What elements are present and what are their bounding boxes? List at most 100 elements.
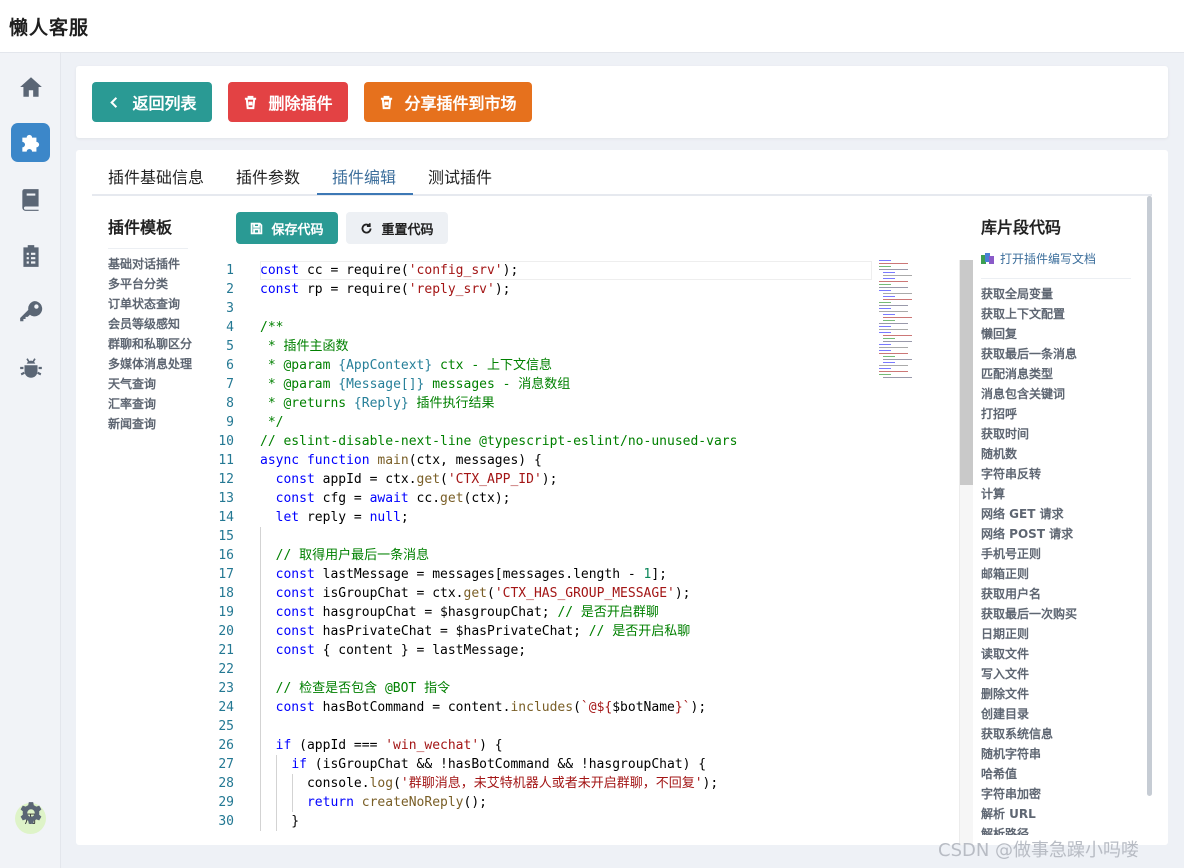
refresh-icon — [362, 222, 372, 233]
minimap-line — [883, 362, 895, 363]
library-snippet-item[interactable]: 解析路径 — [981, 824, 1131, 835]
library-snippet-item[interactable]: 网络 POST 请求 — [981, 524, 1131, 544]
line-number: 16 — [218, 548, 234, 563]
tab-params[interactable]: 插件参数 — [236, 164, 300, 188]
code-line: const hasBotCommand = content.includes(`… — [275, 700, 707, 715]
templates-title: 插件模板 — [108, 218, 173, 237]
puzzle-icon[interactable] — [11, 123, 50, 162]
library-snippet-item[interactable]: 获取用户名 — [981, 584, 1131, 604]
minimap-line — [879, 287, 908, 288]
template-item[interactable]: 会员等级感知 — [108, 314, 188, 334]
minimap-line — [879, 284, 891, 285]
top-bar: 懒人客服 — [0, 0, 1184, 53]
docs-icon — [981, 253, 994, 264]
code-line: const hasgroupChat = $hasgroupChat; // 是… — [275, 605, 659, 620]
tab-edit[interactable]: 插件编辑 — [332, 164, 396, 188]
bug-icon[interactable] — [11, 348, 50, 387]
library-snippet-item[interactable]: 哈希值 — [981, 764, 1131, 784]
library-snippet-item[interactable]: 读取文件 — [981, 644, 1131, 664]
library-snippet-item[interactable]: 字符串反转 — [981, 464, 1131, 484]
library-snippet-item[interactable]: 打招呼 — [981, 404, 1131, 424]
tab-test[interactable]: 测试插件 — [428, 164, 492, 188]
code-minimap[interactable] — [879, 260, 939, 380]
template-item[interactable]: 多平台分类 — [108, 274, 188, 294]
key-icon[interactable] — [11, 292, 50, 331]
code-line: // eslint-disable-next-line @typescript-… — [260, 434, 738, 449]
template-item[interactable]: 汇率查询 — [108, 394, 188, 414]
save-code-button[interactable]: 保存代码 — [236, 212, 338, 244]
library-snippet-item[interactable]: 获取上下文配置 — [981, 304, 1131, 324]
library-snippet-item[interactable]: 字符串加密 — [981, 784, 1131, 804]
line-number: 13 — [218, 491, 234, 506]
line-number: 22 — [218, 662, 234, 677]
share-plugin-button[interactable]: 分享插件到市场 — [364, 82, 532, 122]
home-icon[interactable] — [11, 67, 50, 106]
minimap-line — [879, 260, 891, 261]
tab-basic-info[interactable]: 插件基础信息 — [108, 164, 204, 188]
code-line: let reply = null; — [275, 510, 409, 525]
template-item[interactable]: 订单状态查询 — [108, 294, 188, 314]
book-icon[interactable] — [11, 180, 50, 219]
minimap-line — [883, 338, 895, 339]
code-editor[interactable]: 1 2 3 4 5 6 7 8 9 10 11 12 13 14 15 16 17 18 19 20 21 22 23 24 2… — [206, 258, 960, 845]
template-item[interactable]: 多媒体消息处理 — [108, 354, 192, 374]
code-line: */ — [260, 415, 284, 430]
library-snippet-item[interactable]: 消息包含关键词 — [981, 384, 1131, 404]
template-item[interactable]: 群聊和私聊区分 — [108, 334, 192, 354]
library-snippet-item[interactable]: 获取全局变量 — [981, 284, 1131, 304]
library-snippet-item[interactable]: 解析 URL — [981, 804, 1131, 824]
reset-code-button[interactable]: 重置代码 — [346, 212, 448, 244]
tab-bar: 插件基础信息 插件参数 插件编辑 测试插件 — [92, 150, 1152, 196]
library-snippet-item[interactable]: 日期正则 — [981, 624, 1131, 644]
library-snippet-item[interactable]: 计算 — [981, 484, 1131, 504]
library-snippet-item[interactable]: 网络 GET 请求 — [981, 504, 1131, 524]
library-snippet-item[interactable]: 随机字符串 — [981, 744, 1131, 764]
line-number: 15 — [218, 529, 234, 544]
open-docs-link[interactable]: 打开插件编写文档 — [981, 250, 1096, 267]
line-number: 8 — [226, 396, 234, 411]
template-item[interactable]: 基础对话插件 — [108, 254, 188, 274]
code-line: console.log('群聊消息，未艾特机器人或者未开启群聊，不回复'); — [260, 776, 719, 791]
library-snippet-item[interactable]: 创建目录 — [981, 704, 1131, 724]
minimap-line — [883, 314, 895, 315]
delete-plugin-button[interactable]: 删除插件 — [228, 82, 348, 122]
editor-scrollbar[interactable] — [959, 260, 973, 845]
code-line: // 检查是否包含 @BOT 指令 — [275, 681, 451, 696]
minimap-line — [883, 359, 912, 360]
page-scrollbar[interactable] — [1147, 196, 1152, 796]
code-line: async function main(ctx, messages) { — [260, 453, 542, 468]
minimap-line — [879, 347, 908, 348]
library-snippet-item[interactable]: 匹配消息类型 — [981, 364, 1131, 384]
code-line: const rp = require('reply_srv'); — [260, 282, 511, 297]
template-item[interactable]: 新闻查询 — [108, 414, 188, 434]
line-number: 18 — [218, 586, 234, 601]
back-to-list-button[interactable]: 返回列表 — [92, 82, 212, 122]
code-line: const hasPrivateChat = $hasPrivateChat; … — [275, 624, 691, 639]
library-snippet-item[interactable]: 获取时间 — [981, 424, 1131, 444]
watermark: CSDN @做事急躁小吗喽 — [938, 840, 1140, 861]
minimap-line — [883, 278, 895, 279]
minimap-line — [879, 329, 908, 330]
library-snippet-item[interactable]: 删除文件 — [981, 684, 1131, 704]
library-snippet-item[interactable]: 获取系统信息 — [981, 724, 1131, 744]
line-number: 10 — [218, 434, 234, 449]
library-snippet-item[interactable]: 获取最后一次购买 — [981, 604, 1131, 624]
line-number: 27 — [218, 757, 234, 772]
line-number: 5 — [226, 339, 234, 354]
editor-scrollbar-thumb[interactable] — [960, 260, 973, 485]
gear-icon[interactable] — [11, 793, 50, 832]
line-number: 28 — [218, 776, 234, 791]
template-item[interactable]: 天气查询 — [108, 374, 188, 394]
line-number: 7 — [226, 377, 234, 392]
minimap-line — [883, 377, 912, 378]
sidebar: 用 — [0, 53, 61, 868]
code-line: const appId = ctx.get('CTX_APP_ID'); — [275, 472, 558, 487]
library-snippet-item[interactable]: 获取最后一条消息 — [981, 344, 1131, 364]
clipboard-icon[interactable] — [11, 236, 50, 275]
line-number: 23 — [218, 681, 234, 696]
library-snippet-item[interactable]: 随机数 — [981, 444, 1131, 464]
library-snippet-item[interactable]: 邮箱正则 — [981, 564, 1131, 584]
library-snippet-item[interactable]: 懒回复 — [981, 324, 1131, 344]
library-snippet-item[interactable]: 写入文件 — [981, 664, 1131, 684]
library-snippet-item[interactable]: 手机号正则 — [981, 544, 1131, 564]
